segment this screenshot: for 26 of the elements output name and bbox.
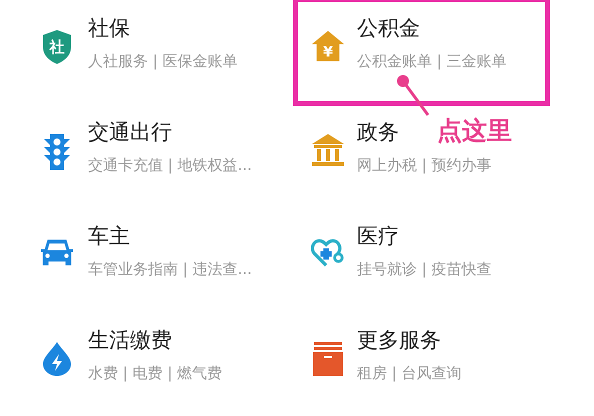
service-title[interactable]: 交通出行: [88, 118, 172, 146]
bank-icon: [311, 133, 345, 167]
callout-label: 点这里: [437, 115, 512, 147]
service-title[interactable]: 社保: [88, 14, 130, 42]
shield-icon: 社: [42, 29, 72, 65]
service-links: 公积金账单 | 三金账单: [357, 51, 507, 72]
service-links: 交通卡充值 | 地铁权益...: [88, 155, 252, 176]
droplet-icon: [42, 341, 72, 377]
service-title[interactable]: 车主: [88, 222, 130, 250]
service-links: 网上办税 | 预约办事: [357, 155, 492, 176]
service-links: 挂号就诊 | 疫苗快查: [357, 259, 492, 280]
heart-stethoscope-icon: [311, 237, 345, 269]
car-icon: [40, 237, 74, 267]
box-icon: [312, 341, 344, 377]
service-links: 人社服务 | 医保金账单: [88, 51, 238, 72]
service-links: 租房 | 台风查询: [357, 363, 462, 384]
traffic-light-icon: [43, 133, 71, 171]
service-title[interactable]: 更多服务: [357, 326, 441, 354]
house-icon: ¥: [311, 29, 345, 63]
pointer-line: [395, 73, 429, 117]
service-title[interactable]: 生活缴费: [88, 326, 172, 354]
service-title[interactable]: 医疗: [357, 222, 399, 250]
service-links: 水费 | 电费 | 燃气费: [88, 363, 222, 384]
service-title[interactable]: 公积金: [357, 14, 420, 42]
service-links: 车管业务指南 | 违法查...: [88, 259, 252, 280]
service-title[interactable]: 政务: [357, 118, 399, 146]
